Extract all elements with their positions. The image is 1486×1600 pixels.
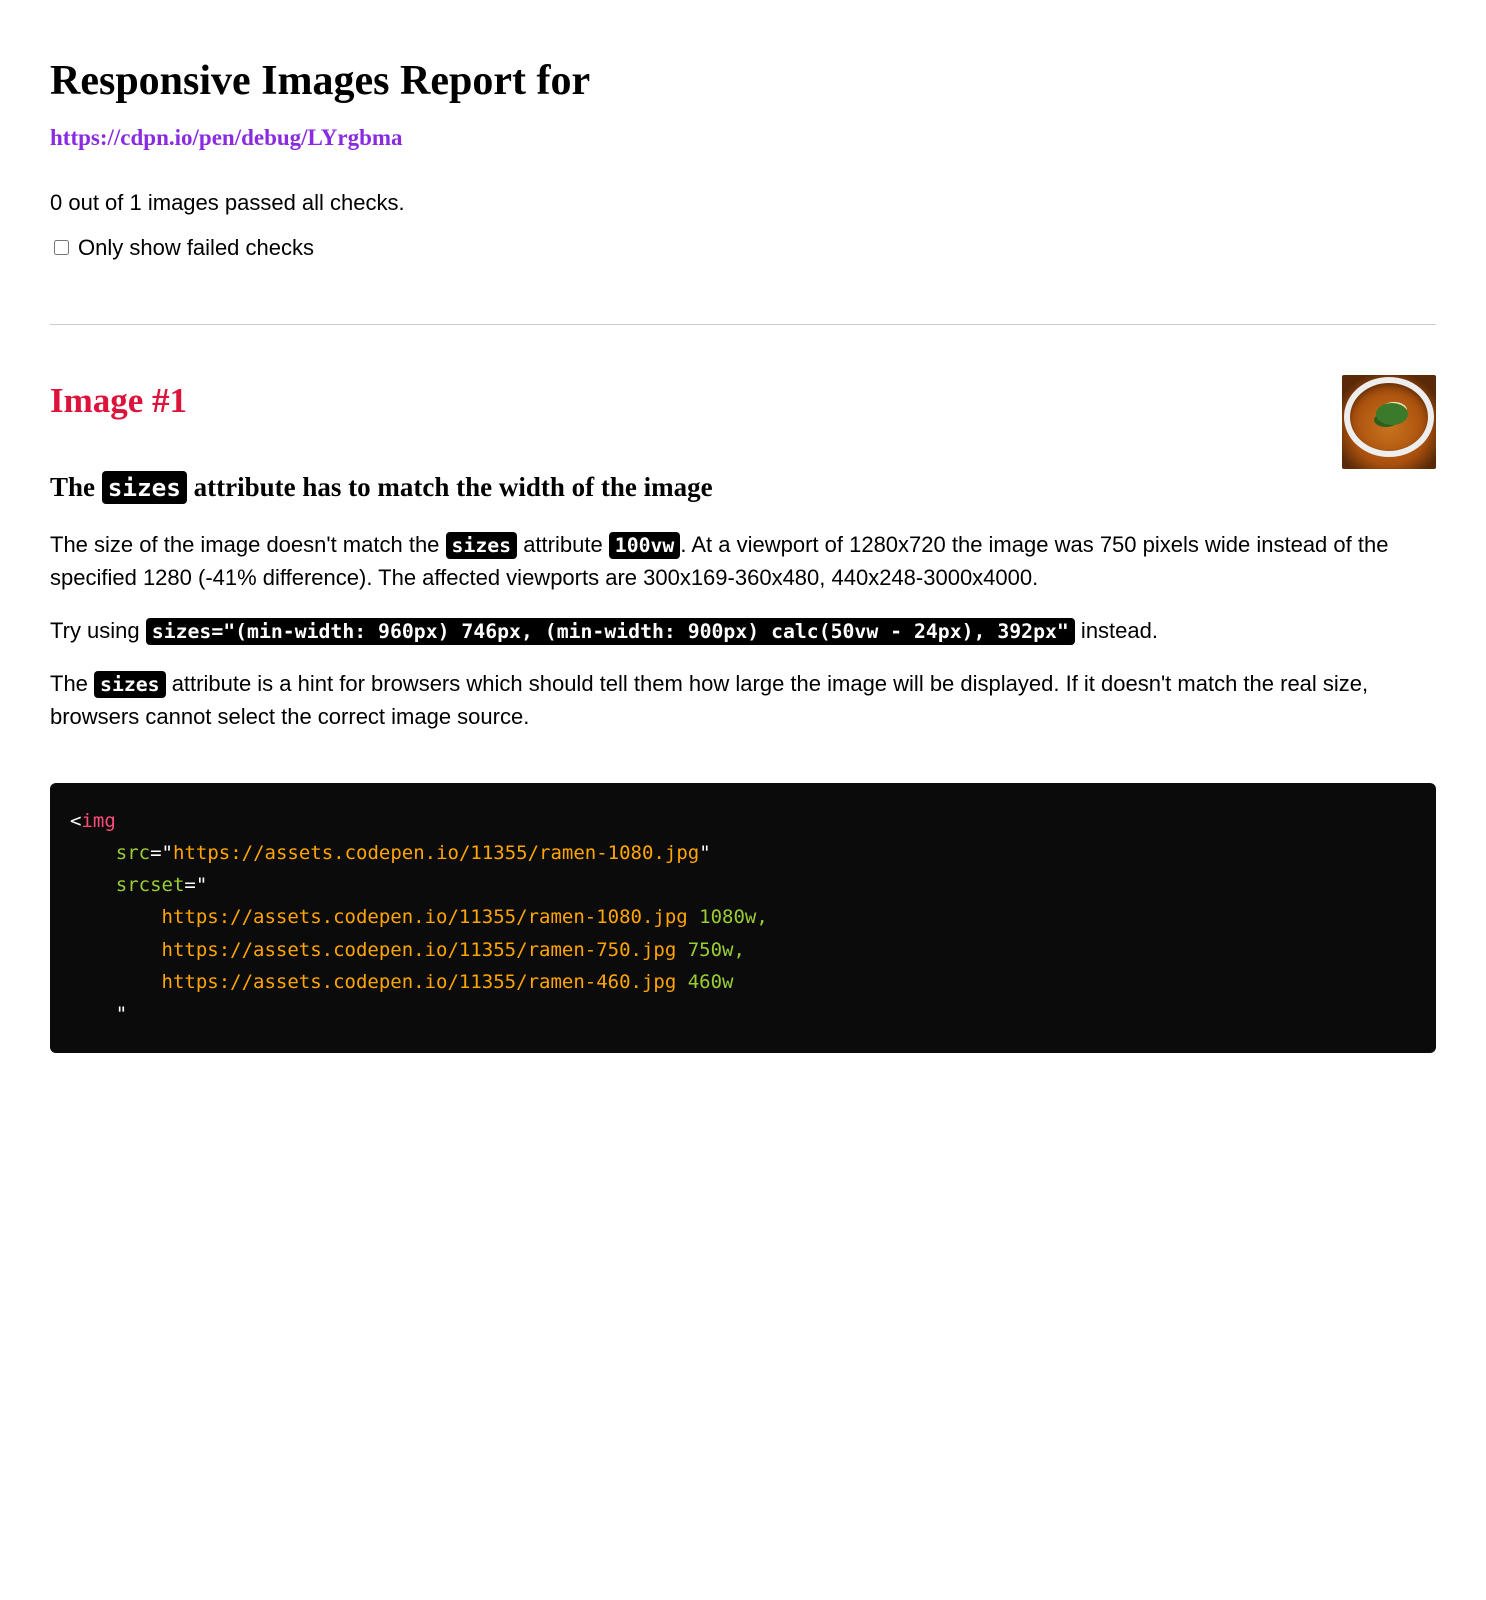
code-token: src (116, 842, 150, 864)
report-url-link[interactable]: https://cdpn.io/pen/debug/LYrgbma (50, 121, 1436, 156)
check-heading: The sizes attribute has to match the wid… (50, 467, 1436, 508)
page-title: Responsive Images Report for (50, 50, 1436, 113)
code-token: " (162, 842, 173, 864)
code-block: <img src="https://assets.codepen.io/1135… (50, 783, 1436, 1053)
code-token: " (196, 874, 207, 896)
code-token: < (70, 810, 81, 832)
code-token: 460w (676, 971, 733, 993)
code-token: https://assets.codepen.io/11355/ramen-10… (173, 842, 699, 864)
sizes-code: sizes (102, 471, 187, 504)
text-span: instead. (1075, 618, 1158, 643)
text-span: The size of the image doesn't match the (50, 532, 446, 557)
divider (50, 324, 1436, 325)
filter-label-text: Only show failed checks (78, 231, 314, 264)
text-span: The (50, 671, 94, 696)
value-code: 100vw (609, 532, 681, 559)
code-token: 750w, (676, 939, 745, 961)
check-heading-pre: The (50, 472, 102, 502)
code-token: = (150, 842, 161, 864)
check-paragraph-1: The size of the image doesn't match the … (50, 528, 1436, 594)
suggested-sizes-code: sizes="(min-width: 960px) 746px, (min-wi… (146, 618, 1075, 645)
code-token: 1080w, (688, 906, 768, 928)
filter-checkbox[interactable] (54, 240, 69, 255)
text-span: attribute (517, 532, 609, 557)
text-span: Try using (50, 618, 146, 643)
code-token: " (699, 842, 710, 864)
sizes-code: sizes (446, 532, 518, 559)
check-paragraph-3: The sizes attribute is a hint for browse… (50, 667, 1436, 733)
code-token: https://assets.codepen.io/11355/ramen-75… (162, 939, 677, 961)
code-token: https://assets.codepen.io/11355/ramen-10… (162, 906, 688, 928)
summary-text: 0 out of 1 images passed all checks. (50, 186, 1436, 219)
code-token: " (116, 1003, 127, 1025)
code-token: = (184, 874, 195, 896)
code-token: srcset (116, 874, 185, 896)
check-paragraph-2: Try using sizes="(min-width: 960px) 746p… (50, 614, 1436, 647)
code-token: https://assets.codepen.io/11355/ramen-46… (162, 971, 677, 993)
check-heading-post: attribute has to match the width of the … (187, 472, 713, 502)
text-span: attribute is a hint for browsers which s… (50, 671, 1368, 729)
image-heading: Image #1 (50, 375, 1436, 428)
image-thumbnail (1342, 375, 1436, 469)
code-token: img (81, 810, 115, 832)
filter-label[interactable]: Only show failed checks (50, 231, 1436, 264)
sizes-code: sizes (94, 671, 166, 698)
